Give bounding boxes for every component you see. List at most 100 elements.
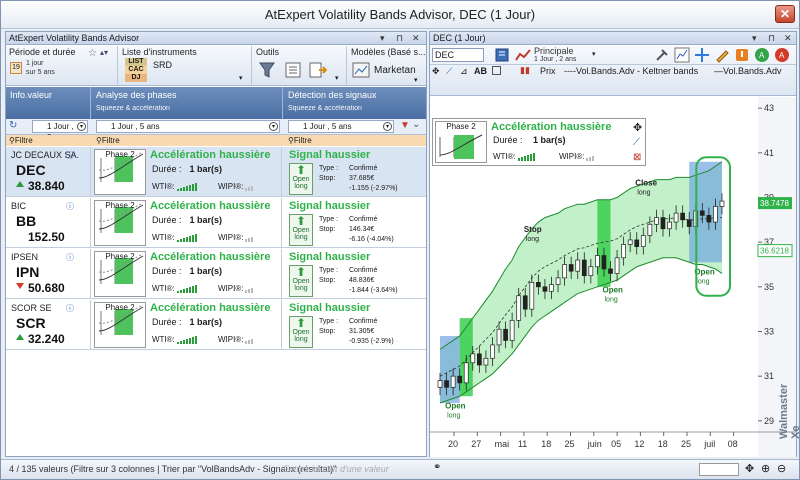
text-tool-icon[interactable]: AB — [474, 66, 487, 76]
panel-menu-button[interactable]: ▾ — [380, 32, 385, 45]
period-value[interactable]: 1 jour — [26, 60, 44, 67]
price-chart[interactable]: 434139373533312938.747836.62182027mai111… — [430, 97, 800, 457]
info-icon[interactable]: ⓘ — [66, 252, 74, 263]
refresh-icon[interactable]: ↻ — [9, 120, 17, 131]
chart-delete-icon[interactable]: ⊠ — [633, 152, 641, 163]
x-tick-label: 11 — [518, 439, 527, 449]
y-tick-label: 31 — [764, 371, 774, 381]
signal-cell[interactable]: Signal haussier ⬆ Open long Type : Confirmé St… — [283, 249, 426, 299]
signal-cell[interactable]: Signal haussier ⬆ Open long Type : Confirmé St… — [283, 147, 426, 197]
tools-dropdown-icon[interactable]: ▾ — [335, 74, 339, 82]
crosshair-tool-icon[interactable]: ✥ — [432, 66, 440, 77]
sort-icon[interactable]: ▴▾ — [100, 48, 108, 57]
candle-body — [660, 217, 666, 230]
info-icon[interactable]: ⓘ — [66, 303, 74, 314]
candle-body — [437, 380, 443, 388]
signals-period-select[interactable]: 1 Jour , 5 ans ▾ — [288, 120, 394, 133]
wipi-meter: WIPI®: — [218, 335, 254, 344]
close-window-button[interactable]: ✕ — [775, 5, 795, 23]
fibo-tool-icon[interactable]: ⊿ — [460, 66, 468, 77]
signal-cell[interactable]: Signal haussier ⬆ Open long Type : Confirmé St… — [283, 198, 426, 248]
filter-signals[interactable]: ⚲ Filtre — [288, 135, 312, 146]
pencil-icon[interactable] — [714, 47, 730, 63]
sync-green-icon[interactable]: A — [754, 47, 770, 63]
ticker: SCR — [16, 315, 46, 331]
table-row[interactable]: JC DECAUX SA. DEC 38.840 ⓘ Phase 2 Accélérati… — [6, 147, 426, 197]
column-phases[interactable]: Analyse des phases Squeeze & accélératio… — [92, 87, 283, 119]
panel-pin-button[interactable]: ⊓ — [396, 32, 403, 45]
symbol-input[interactable]: DEC — [432, 48, 484, 62]
filter-phases[interactable]: ⚲ Filtre — [96, 135, 120, 146]
chart-indicator-icon[interactable]: ⟋ — [633, 137, 640, 148]
phase-cell[interactable]: Phase 2 Accélération haussière Durée :1 ba… — [92, 300, 282, 350]
book-icon[interactable] — [494, 47, 510, 63]
signal-cell[interactable]: Signal haussier ⬆ Open long Type : Confirmé St… — [283, 300, 426, 350]
info-period-select[interactable]: 1 Jour , 2...▾ — [32, 120, 88, 142]
list-icon[interactable] — [285, 62, 301, 78]
chart-panel-pin-button[interactable]: ⊓ — [768, 32, 775, 45]
zoom-out-icon[interactable]: ⊖ — [777, 462, 786, 475]
up-arrow-icon: ⬆ — [295, 316, 307, 330]
y-tick-label: 41 — [764, 148, 774, 158]
chart-panel-close-button[interactable]: ✕ — [784, 32, 792, 45]
info-icon[interactable]: ⓘ — [66, 150, 74, 161]
filter-active-icon[interactable]: ▼ — [400, 120, 410, 131]
calendar-icon[interactable]: 19 — [10, 62, 22, 74]
link-icon[interactable]: ⚭ — [433, 462, 441, 473]
pan-icon[interactable]: ✥ — [745, 462, 754, 475]
models-value[interactable]: Marketan — [374, 65, 416, 76]
chart-wti: WTI®: — [493, 152, 536, 161]
column-signals[interactable]: Détection des signaux Squeeze & accéléra… — [284, 87, 426, 119]
direction-arrow-icon — [16, 181, 24, 187]
status-overlay: Entrez ici tout d'une valeur — [283, 464, 389, 474]
phase-cell[interactable]: Phase 2 Accélération haussière Durée :1 ba… — [92, 147, 282, 197]
models-icon[interactable] — [352, 62, 370, 78]
instruments-dropdown-icon[interactable]: ▾ — [239, 74, 243, 82]
star-icon[interactable]: ☆ — [88, 48, 97, 59]
column-info[interactable]: Info.valeur — [6, 87, 91, 119]
chart-wipi: WIPI®: — [559, 152, 595, 161]
zoom-in-icon[interactable]: ⊕ — [761, 462, 770, 475]
info-cell[interactable]: SCOR SE SCR 32.240 ⓘ — [6, 300, 91, 350]
info-icon[interactable]: ⓘ — [66, 201, 74, 212]
panel-close-button[interactable]: ✕ — [412, 32, 420, 45]
chart-line-icon[interactable] — [674, 47, 690, 63]
instrument-list-stack[interactable]: LIST CAC DJ — [125, 58, 147, 82]
hammer-icon[interactable] — [654, 47, 670, 63]
stop-red-icon[interactable]: A — [774, 47, 790, 63]
chart-move-icon[interactable]: ✥ — [633, 121, 642, 134]
period-group: Période et durée ☆ ▴▾ 19 1 jour sur 5 an… — [6, 46, 118, 86]
phase-cell[interactable]: Phase 2 Accélération haussière Durée :1 ba… — [92, 249, 282, 299]
filter-info[interactable]: ⚲ Filtre — [9, 135, 33, 146]
export-icon[interactable] — [309, 61, 327, 79]
info-cell[interactable]: IPSEN IPN 50.680 ⓘ — [6, 249, 91, 299]
table-row[interactable]: IPSEN IPN 50.680 ⓘ Phase 2 Accélération hauss… — [6, 249, 426, 299]
crosshair-icon[interactable] — [694, 47, 710, 63]
filter-icon[interactable] — [259, 61, 275, 79]
alert-icon[interactable] — [734, 47, 750, 63]
table-row[interactable]: BIC BB 152.50 ⓘ Phase 2 Accélération haussièr… — [6, 198, 426, 248]
principale-sub[interactable]: 1 Jour , 2 ans — [534, 56, 576, 63]
period-sub[interactable]: sur 5 ans — [26, 69, 55, 76]
signal-status: Signal haussier — [289, 200, 371, 212]
info-cell[interactable]: JC DECAUX SA. DEC 38.840 ⓘ — [6, 147, 91, 197]
phases-period-select[interactable]: 1 Jour , 5 ans ▾ — [96, 120, 280, 133]
price: 50.680 — [28, 281, 65, 295]
table-row[interactable]: SCOR SE SCR 32.240 ⓘ Phase 2 Accélération hau… — [6, 300, 426, 350]
instrument-cac: CAC — [125, 66, 147, 74]
zoom-field[interactable] — [699, 463, 739, 476]
principale-dropdown-icon[interactable]: ▾ — [592, 50, 596, 58]
square-tool-icon[interactable] — [492, 66, 501, 75]
principale-label[interactable]: Principale — [534, 46, 574, 56]
models-dropdown-icon[interactable]: ▾ — [414, 76, 418, 84]
info-cell[interactable]: BIC BB 152.50 ⓘ — [6, 198, 91, 248]
phase-cell[interactable]: Phase 2 Accélération haussière Durée :1 ba… — [92, 198, 282, 248]
trendline-tool-icon[interactable]: ⟋ — [446, 66, 452, 77]
expand-icon[interactable]: ⌄ — [412, 119, 420, 130]
signal-annotation-label: Stop — [524, 225, 542, 234]
company-name: BIC — [11, 201, 27, 211]
chart-panel-menu-button[interactable]: ▾ — [752, 32, 757, 45]
instrument-selected[interactable]: SRD — [153, 60, 172, 70]
legend-bar: ✥ ⟋ ⊿ AB ▮▮ Prix ----Vol.Bands.Adv - Kel… — [430, 64, 796, 78]
principale-chart-icon[interactable] — [514, 48, 532, 62]
